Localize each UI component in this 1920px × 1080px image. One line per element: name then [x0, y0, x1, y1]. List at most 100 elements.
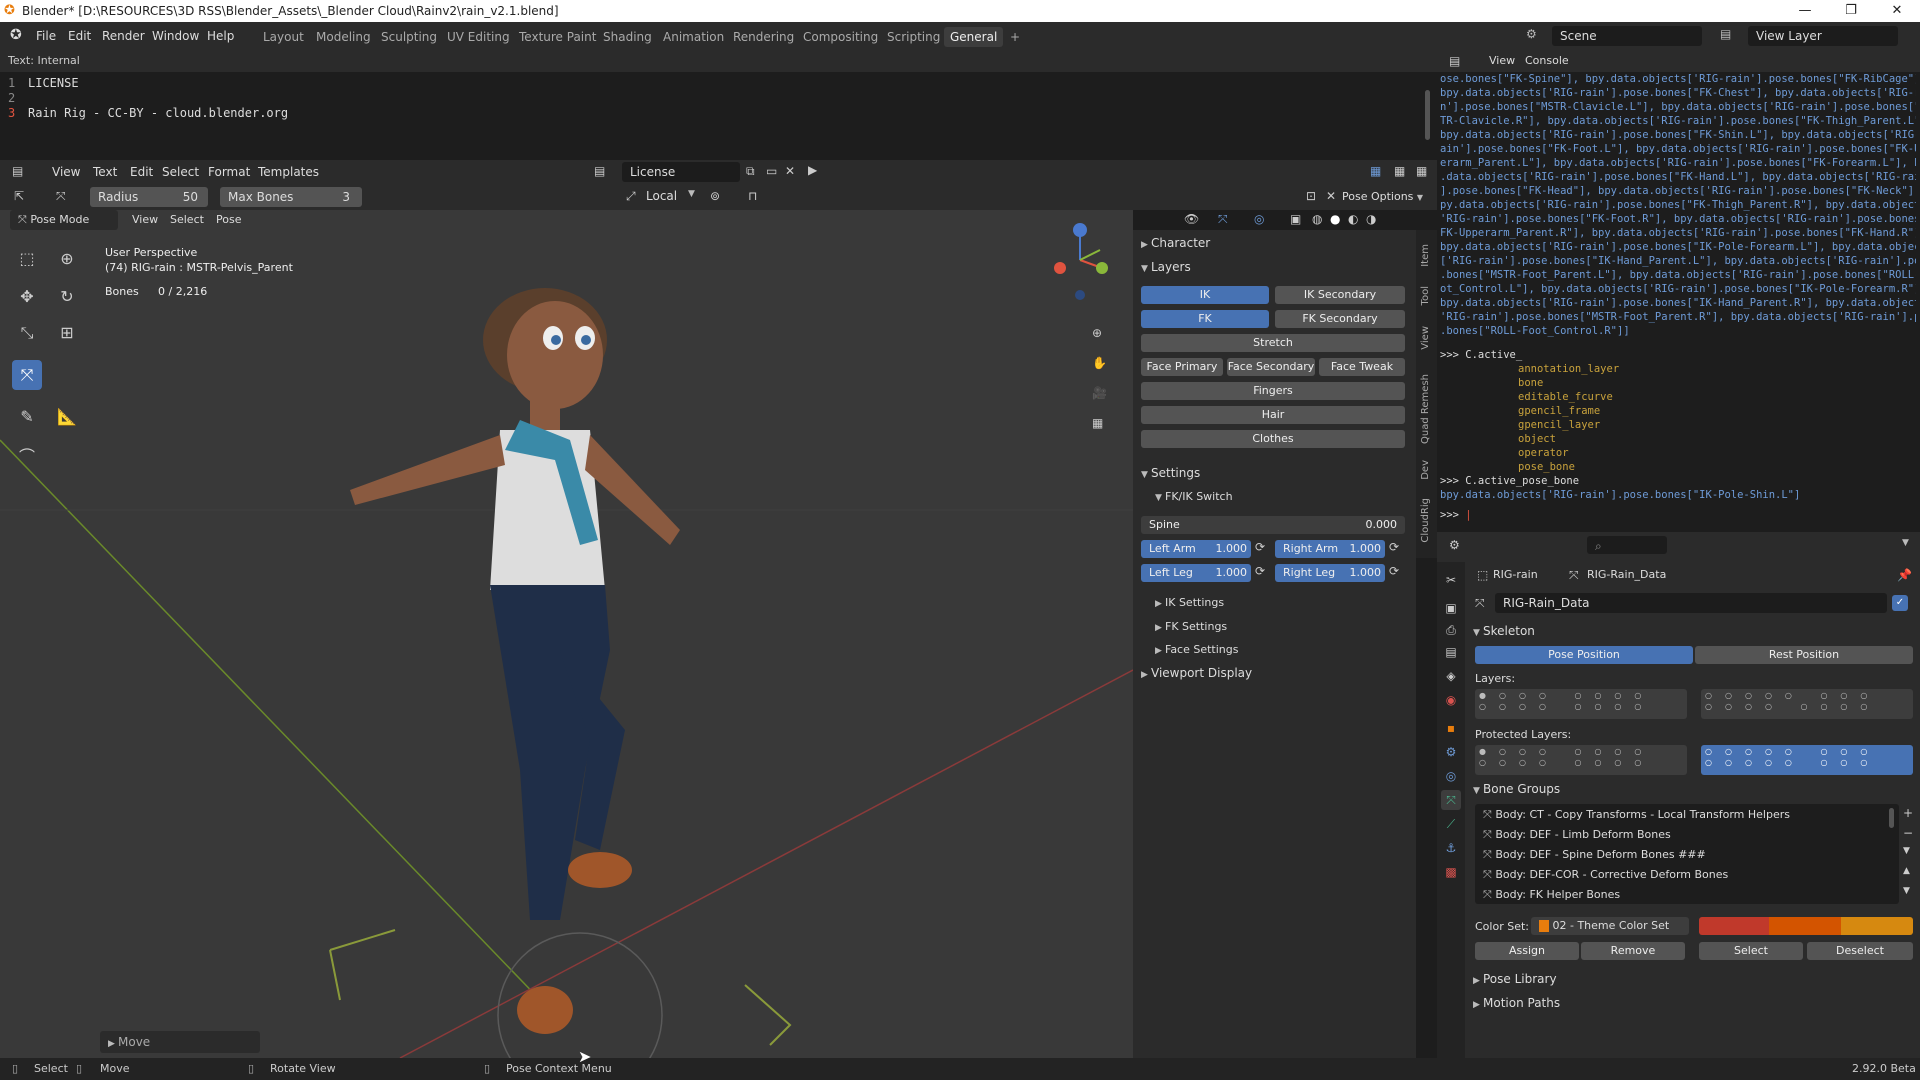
x-mirror-icon[interactable]: ✕ — [1326, 189, 1336, 203]
list-item[interactable]: ⤧ Body: CT - Copy Transforms - Local Tra… — [1483, 808, 1790, 822]
menu-window[interactable]: Window — [152, 29, 199, 43]
pin-icon[interactable]: 📌 — [1897, 568, 1912, 582]
color-swatch-select[interactable] — [1769, 917, 1841, 935]
output-tab-icon[interactable]: ⎙ — [1441, 620, 1461, 640]
snap-icon[interactable]: ⊓ — [748, 189, 757, 203]
viewport-menu-view[interactable]: View — [132, 213, 158, 226]
bone-constraint-tab-icon[interactable]: ⚓ — [1441, 838, 1461, 858]
color-swatch-active[interactable] — [1841, 917, 1913, 935]
bone-groups-list[interactable]: ⤧ Body: CT - Copy Transforms - Local Tra… — [1475, 804, 1899, 904]
layer-face-secondary-button[interactable]: Face Secondary — [1227, 358, 1315, 376]
modifier-tab-icon[interactable]: ⚙ — [1441, 742, 1461, 762]
tab-quad-remesh[interactable]: Quad Remesh — [1420, 374, 1431, 444]
menu-help[interactable]: Help — [207, 29, 234, 43]
zoom-icon[interactable]: ⊕ — [1092, 326, 1102, 340]
solid-shading-icon[interactable]: ● — [1330, 212, 1340, 226]
tab-shading[interactable]: Shading — [597, 27, 658, 47]
fk-settings-header[interactable]: ▶ FK Settings — [1155, 620, 1227, 633]
tab-modeling[interactable]: Modeling — [310, 27, 377, 47]
character-panel-header[interactable]: ▶ Character — [1141, 236, 1210, 250]
move-tool-icon[interactable]: ✥ — [12, 282, 42, 312]
gizmo-icon[interactable]: ⊡ — [1306, 189, 1316, 203]
color-set-dropdown[interactable]: 02 - Theme Color Set — [1531, 917, 1689, 935]
annotate-tool-icon[interactable]: ✎ — [12, 402, 42, 432]
world-tab-icon[interactable]: ◉ — [1441, 690, 1461, 710]
layer-fingers-button[interactable]: Fingers — [1141, 382, 1405, 400]
scene-tab-icon[interactable]: ◈ — [1441, 666, 1461, 686]
text-menu-edit[interactable]: Edit — [130, 165, 153, 179]
tab-item[interactable]: Item — [1420, 244, 1431, 267]
ortho-grid-icon[interactable]: ▦ — [1092, 416, 1103, 430]
menu-edit[interactable]: Edit — [68, 29, 91, 43]
layer-hair-button[interactable]: Hair — [1141, 406, 1405, 424]
remove-button[interactable]: Remove — [1581, 942, 1685, 960]
layers-panel-header[interactable]: ▼ Layers — [1141, 260, 1191, 274]
snap-left-leg-icon[interactable]: ⟳ — [1255, 564, 1265, 578]
console-menu-view[interactable]: View — [1489, 54, 1515, 67]
select-box-tool-icon[interactable]: ⬚ — [12, 244, 42, 274]
bone-transform-tool-icon[interactable]: ⤧ — [12, 360, 42, 390]
pose-library-panel-header[interactable]: ▶ Pose Library — [1473, 972, 1557, 986]
left-arm-slider[interactable]: Left Arm 1.000 — [1141, 540, 1251, 558]
skeleton-panel-header[interactable]: ▼ Skeleton — [1473, 624, 1535, 638]
tab-dev[interactable]: Dev — [1420, 460, 1431, 480]
console-menu-console[interactable]: Console — [1525, 54, 1569, 67]
tab-view[interactable]: View — [1420, 326, 1431, 350]
left-leg-slider[interactable]: Left Leg 1.000 — [1141, 564, 1251, 582]
camera-view-icon[interactable]: 🎥 — [1092, 386, 1107, 400]
object-tab-icon[interactable]: ▪ — [1441, 718, 1461, 738]
xray-icon[interactable]: ▣ — [1290, 212, 1301, 226]
render-tab-icon[interactable]: ▣ — [1441, 598, 1461, 618]
list-item[interactable]: ⤧ Body: DEF - Limb Deform Bones — [1483, 828, 1671, 842]
layer-stretch-button[interactable]: Stretch — [1141, 334, 1405, 352]
chevron-down-icon[interactable]: ▼ — [1902, 538, 1909, 548]
add-group-icon[interactable]: + — [1903, 806, 1913, 820]
word-wrap-toggle-icon[interactable]: ▦ — [1394, 164, 1405, 178]
face-settings-header[interactable]: ▶ Face Settings — [1155, 643, 1239, 656]
pivot-icon[interactable]: ⊚ — [710, 189, 720, 203]
viewport-menu-pose[interactable]: Pose — [216, 213, 241, 226]
assign-button[interactable]: Assign — [1475, 942, 1579, 960]
scale-tool-icon[interactable]: ⤡ — [12, 318, 42, 348]
visibility-icon[interactable]: 👁 — [1184, 212, 1199, 226]
minimize-button[interactable]: — — [1782, 0, 1828, 22]
snap-right-leg-icon[interactable]: ⟳ — [1389, 564, 1399, 578]
unlink-text-icon[interactable]: ✕ — [785, 164, 795, 178]
select-button[interactable]: Select — [1699, 942, 1803, 960]
fake-user-toggle[interactable]: ✓ — [1892, 595, 1908, 611]
move-up-icon[interactable]: ▲ — [1903, 866, 1910, 876]
snap-left-arm-icon[interactable]: ⟳ — [1255, 540, 1265, 554]
line-numbers-toggle-icon[interactable]: ▦ — [1370, 164, 1381, 178]
viewport-display-header[interactable]: ▶ Viewport Display — [1141, 666, 1252, 680]
max-bones-field[interactable]: Max Bones 3 — [220, 187, 362, 207]
menu-render[interactable]: Render — [102, 29, 145, 43]
add-workspace-button[interactable]: + — [1004, 27, 1026, 47]
spine-slider[interactable]: Spine 0.000 — [1141, 516, 1405, 534]
armature-datablock-field[interactable]: RIG-Rain_Data — [1495, 593, 1887, 613]
rendered-shading-icon[interactable]: ◑ — [1366, 212, 1376, 226]
tab-sculpting[interactable]: Sculpting — [375, 27, 443, 47]
3d-viewport[interactable]: ⤧ Pose Mode View Select Pose ⬚ ⊕ ✥ ↻ ⤡ ⊞… — [0, 210, 1133, 1058]
tab-compositing[interactable]: Compositing — [797, 27, 884, 47]
tab-animation[interactable]: Animation — [657, 27, 730, 47]
list-scrollbar[interactable] — [1889, 808, 1894, 828]
pose-position-button[interactable]: Pose Position — [1475, 646, 1693, 664]
run-script-icon[interactable]: ▶ — [808, 163, 817, 177]
layer-face-tweak-button[interactable]: Face Tweak — [1319, 358, 1405, 376]
scene-selector[interactable]: Scene — [1552, 26, 1702, 46]
settings-panel-header[interactable]: ▼ Settings — [1141, 466, 1200, 480]
viewport-menu-select[interactable]: Select — [170, 213, 204, 226]
pose-options-dropdown[interactable]: Pose Options ▼ — [1342, 187, 1430, 207]
layer-ik-secondary-button[interactable]: IK Secondary — [1275, 286, 1405, 304]
editor-type-icon[interactable]: ▤ — [12, 164, 23, 178]
tab-uv-editing[interactable]: UV Editing — [441, 27, 516, 47]
console-input-line[interactable]: >>> | — [1440, 508, 1916, 522]
text-menu-text[interactable]: Text — [93, 165, 117, 179]
text-menu-view[interactable]: View — [52, 165, 80, 179]
physics-tab-icon[interactable]: ◎ — [1441, 766, 1461, 786]
transform-tool-icon[interactable]: ⊞ — [52, 318, 82, 348]
syntax-toggle-icon[interactable]: ▦ — [1416, 164, 1427, 178]
overlay-toggle-icon[interactable]: ◎ — [1254, 212, 1264, 226]
layer-fk-button[interactable]: FK — [1141, 310, 1269, 328]
tab-scripting[interactable]: Scripting — [881, 27, 946, 47]
